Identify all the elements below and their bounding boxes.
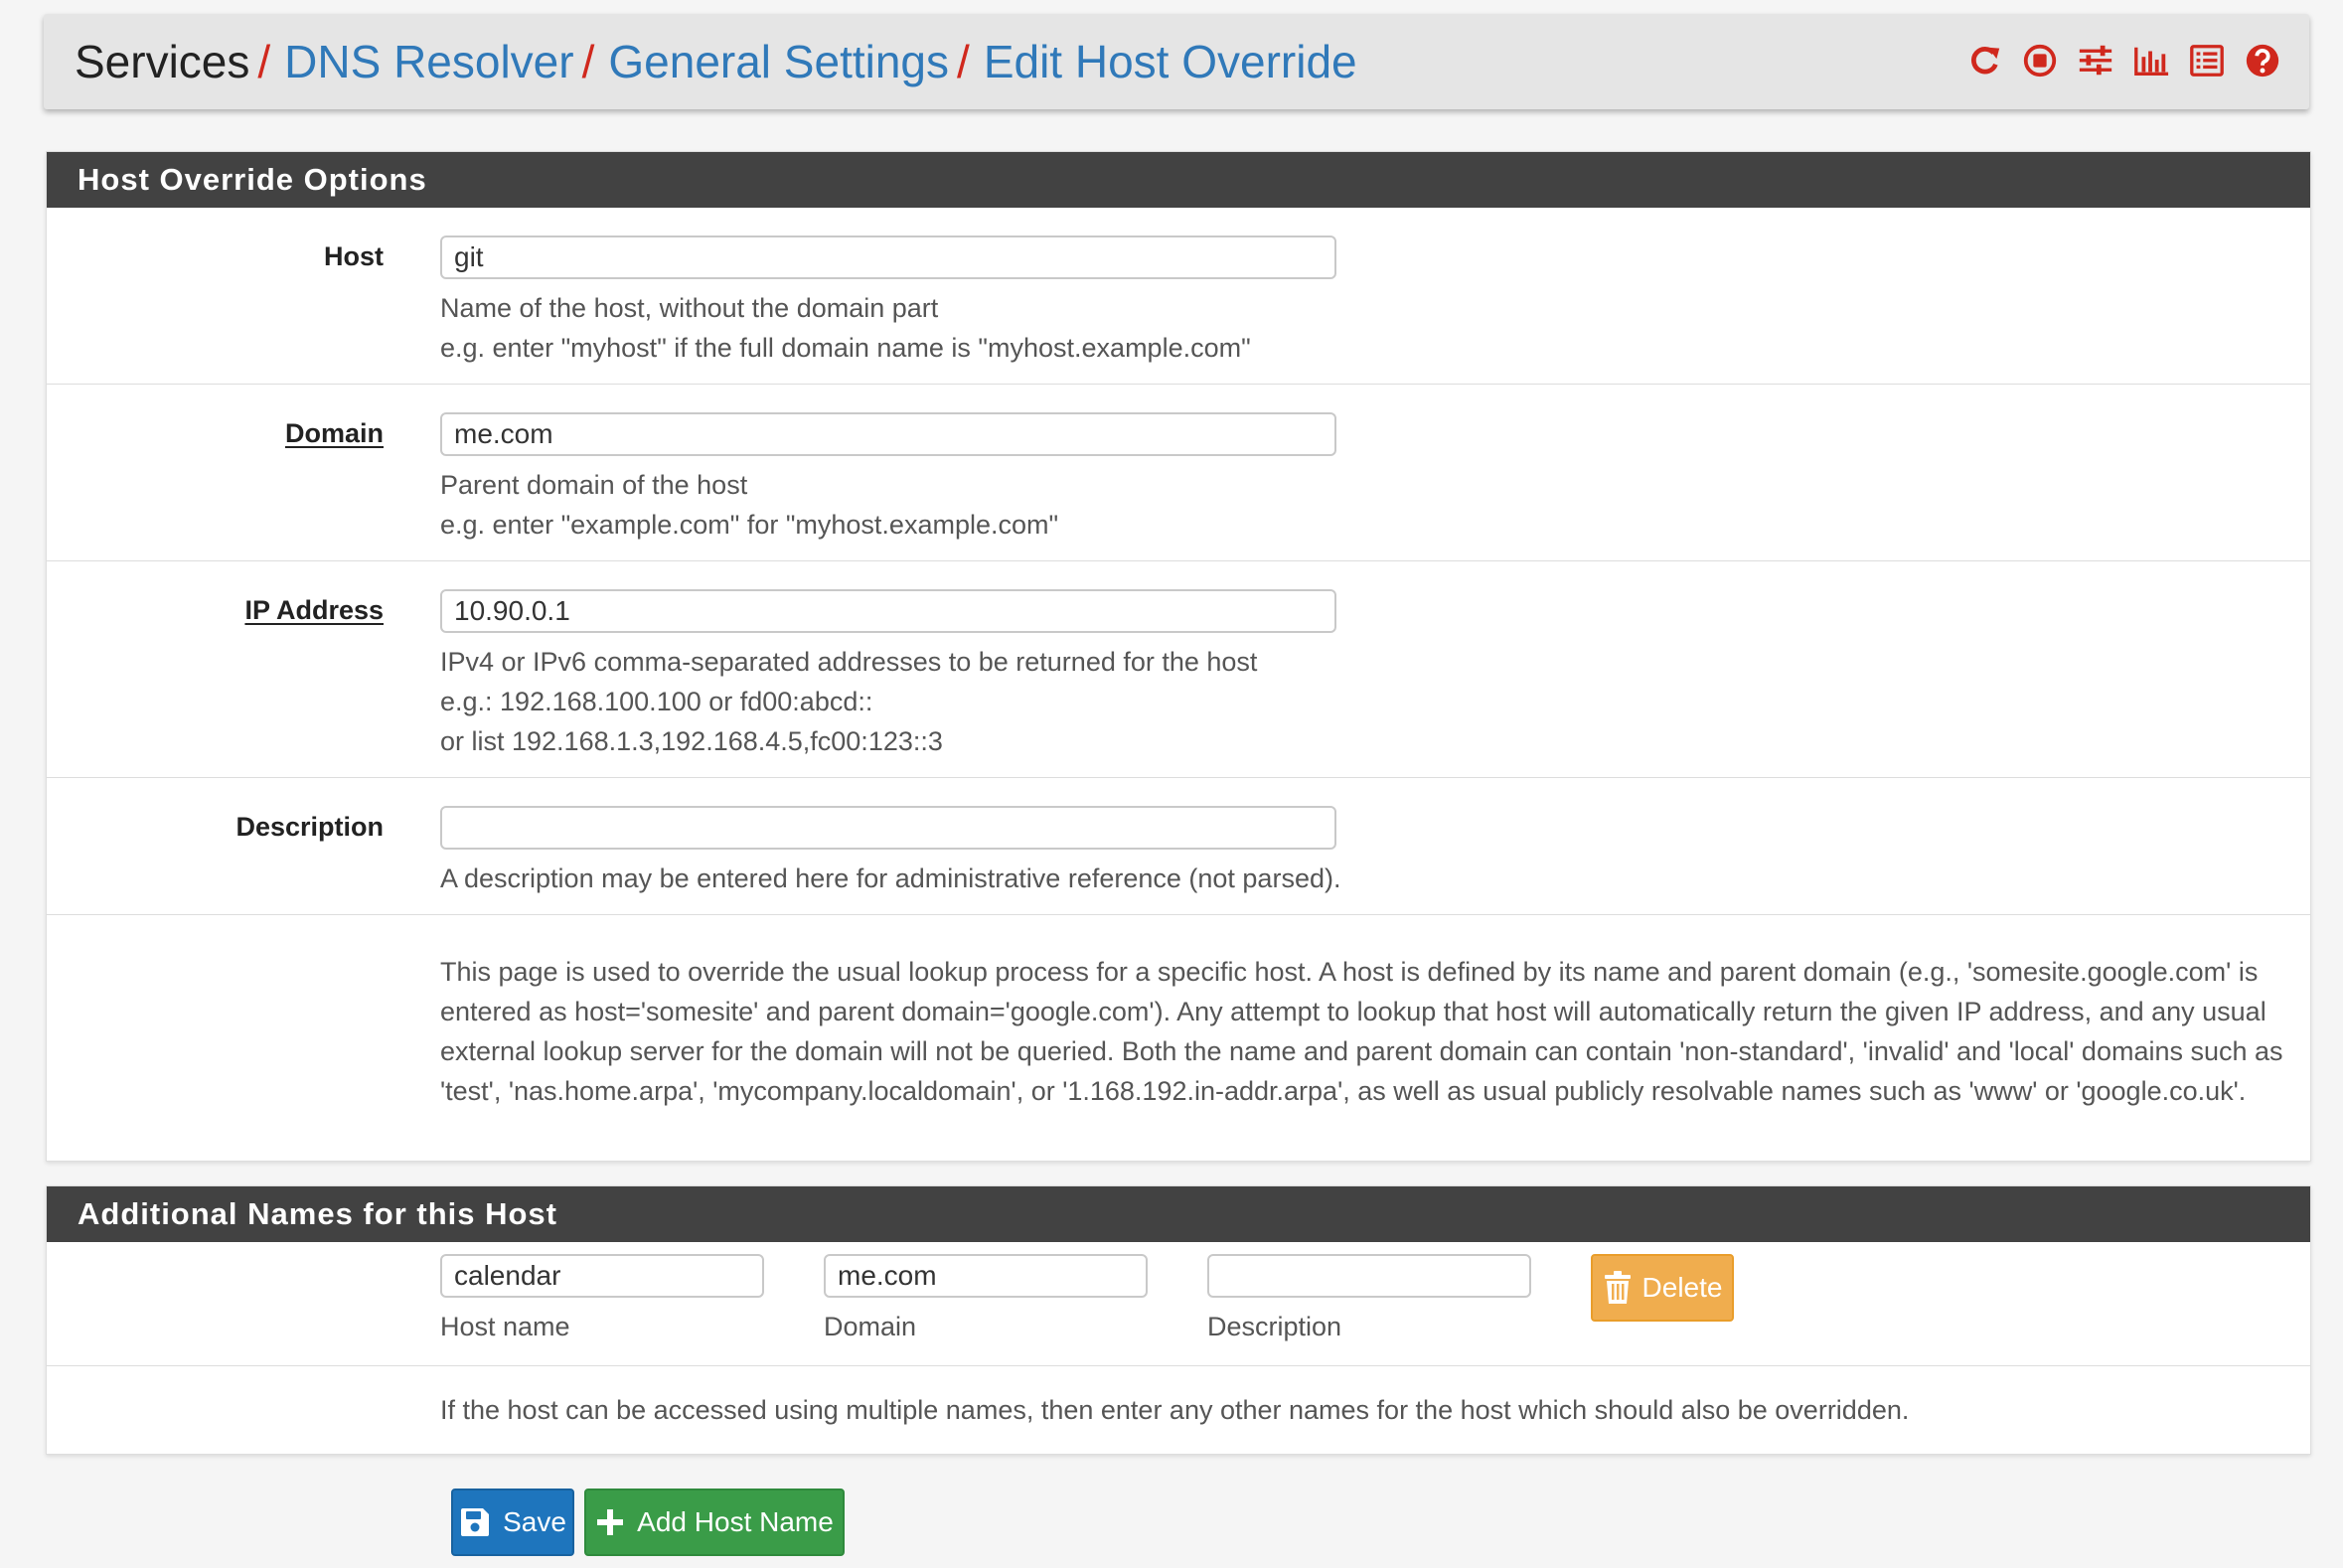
host-field: Name of the host, without the domain par… — [440, 235, 1336, 368]
additional-domain-input[interactable] — [824, 1254, 1148, 1298]
host-help-line: Name of the host, without the domain par… — [440, 293, 939, 323]
domain-help-line: Parent domain of the host — [440, 470, 748, 500]
add-host-name-button-label: Add Host Name — [637, 1506, 834, 1537]
additional-domain-field: Domain — [824, 1254, 1148, 1342]
breadcrumb-separator: / — [257, 36, 271, 87]
additional-info-row: If the host can be accessed using multip… — [47, 1366, 2310, 1454]
description-field: A description may be entered here for ad… — [440, 806, 1340, 898]
breadcrumb-edit-host-override-link[interactable]: Edit Host Override — [984, 36, 1357, 87]
breadcrumb: Services / DNS Resolver / General Settings / E… — [75, 36, 1357, 87]
panel-heading: Host Override Options — [47, 152, 2310, 208]
additional-names-panel: Additional Names for this Host Host name… — [46, 1185, 2311, 1455]
hostname-column-label: Host name — [440, 1312, 570, 1341]
info-row: This page is used to override the usual … — [47, 915, 2310, 1161]
additional-description-field: Description — [1207, 1254, 1531, 1342]
add-host-name-button[interactable]: Add Host Name — [584, 1489, 845, 1556]
stop-icon[interactable] — [2021, 41, 2059, 80]
save-button[interactable]: Save — [451, 1489, 574, 1556]
ip-help-line: IPv4 or IPv6 comma-separated addresses t… — [440, 647, 1258, 677]
domain-column-label: Domain — [824, 1312, 917, 1341]
additional-name-entry-row: Host name Domain Description Delete — [47, 1242, 2310, 1366]
additional-names-info-text: If the host can be accessed using multip… — [440, 1395, 1910, 1425]
description-input[interactable] — [440, 806, 1336, 850]
ip-address-help: IPv4 or IPv6 comma-separated addresses t… — [440, 642, 1336, 761]
host-help: Name of the host, without the domain par… — [440, 288, 1336, 368]
domain-help: Parent domain of the host e.g. enter "ex… — [440, 465, 1336, 545]
delete-button-label: Delete — [1641, 1272, 1723, 1303]
additional-description-input[interactable] — [1207, 1254, 1531, 1298]
host-help-example: e.g. enter "myhost" if the full domain n… — [440, 333, 1251, 363]
help-icon[interactable] — [2244, 41, 2281, 80]
description-label: Description — [235, 812, 384, 842]
restart-icon[interactable] — [1965, 41, 2003, 80]
ip-help-example: e.g.: 192.168.100.100 or fd00:abcd:: — [440, 687, 873, 716]
breadcrumb-bar: Services / DNS Resolver / General Settings / E… — [44, 14, 2309, 109]
host-label: Host — [324, 241, 384, 271]
host-row: Host Name of the host, without the domai… — [47, 208, 2310, 385]
domain-input[interactable] — [440, 412, 1336, 456]
save-button-label: Save — [503, 1506, 566, 1537]
domain-label: Domain — [284, 418, 384, 448]
breadcrumb-separator: / — [581, 36, 595, 87]
breadcrumb-dns-resolver-link[interactable]: DNS Resolver — [284, 36, 573, 87]
host-input[interactable] — [440, 235, 1336, 279]
description-help: A description may be entered here for ad… — [440, 863, 1341, 893]
description-row: Description A description may be entered… — [47, 778, 2310, 915]
status-chart-icon[interactable] — [2132, 41, 2170, 80]
breadcrumb-separator: / — [957, 36, 970, 87]
save-icon — [461, 1508, 490, 1536]
domain-help-example: e.g. enter "example.com" for "myhost.exa… — [440, 510, 1059, 540]
domain-row: Domain Parent domain of the host e.g. en… — [47, 385, 2310, 561]
trash-icon — [1604, 1271, 1631, 1304]
service-toolbar — [1965, 41, 2281, 80]
breadcrumb-services: Services — [75, 36, 250, 87]
host-override-panel: Host Override Options Host Name of the h… — [46, 151, 2311, 1162]
description-column-label: Description — [1207, 1312, 1342, 1341]
ip-address-input[interactable] — [440, 589, 1336, 633]
settings-sliders-icon[interactable] — [2077, 41, 2114, 80]
additional-hostname-field: Host name — [440, 1254, 764, 1342]
ip-help-example-list: or list 192.168.1.3,192.168.4.5,fc00:123… — [440, 726, 943, 756]
delete-button[interactable]: Delete — [1591, 1254, 1734, 1322]
breadcrumb-general-settings-link[interactable]: General Settings — [608, 36, 949, 87]
plus-icon — [597, 1509, 624, 1535]
ip-address-field: IPv4 or IPv6 comma-separated addresses t… — [440, 589, 1336, 761]
additional-hostname-input[interactable] — [440, 1254, 764, 1298]
panel-heading: Additional Names for this Host — [47, 1186, 2310, 1242]
host-override-info-text: This page is used to override the usual … — [440, 957, 2283, 1106]
domain-field: Parent domain of the host e.g. enter "ex… — [440, 412, 1336, 545]
log-list-icon[interactable] — [2188, 41, 2226, 80]
ip-address-label: IP Address — [244, 595, 384, 625]
ip-address-row: IP Address IPv4 or IPv6 comma-separated … — [47, 561, 2310, 778]
